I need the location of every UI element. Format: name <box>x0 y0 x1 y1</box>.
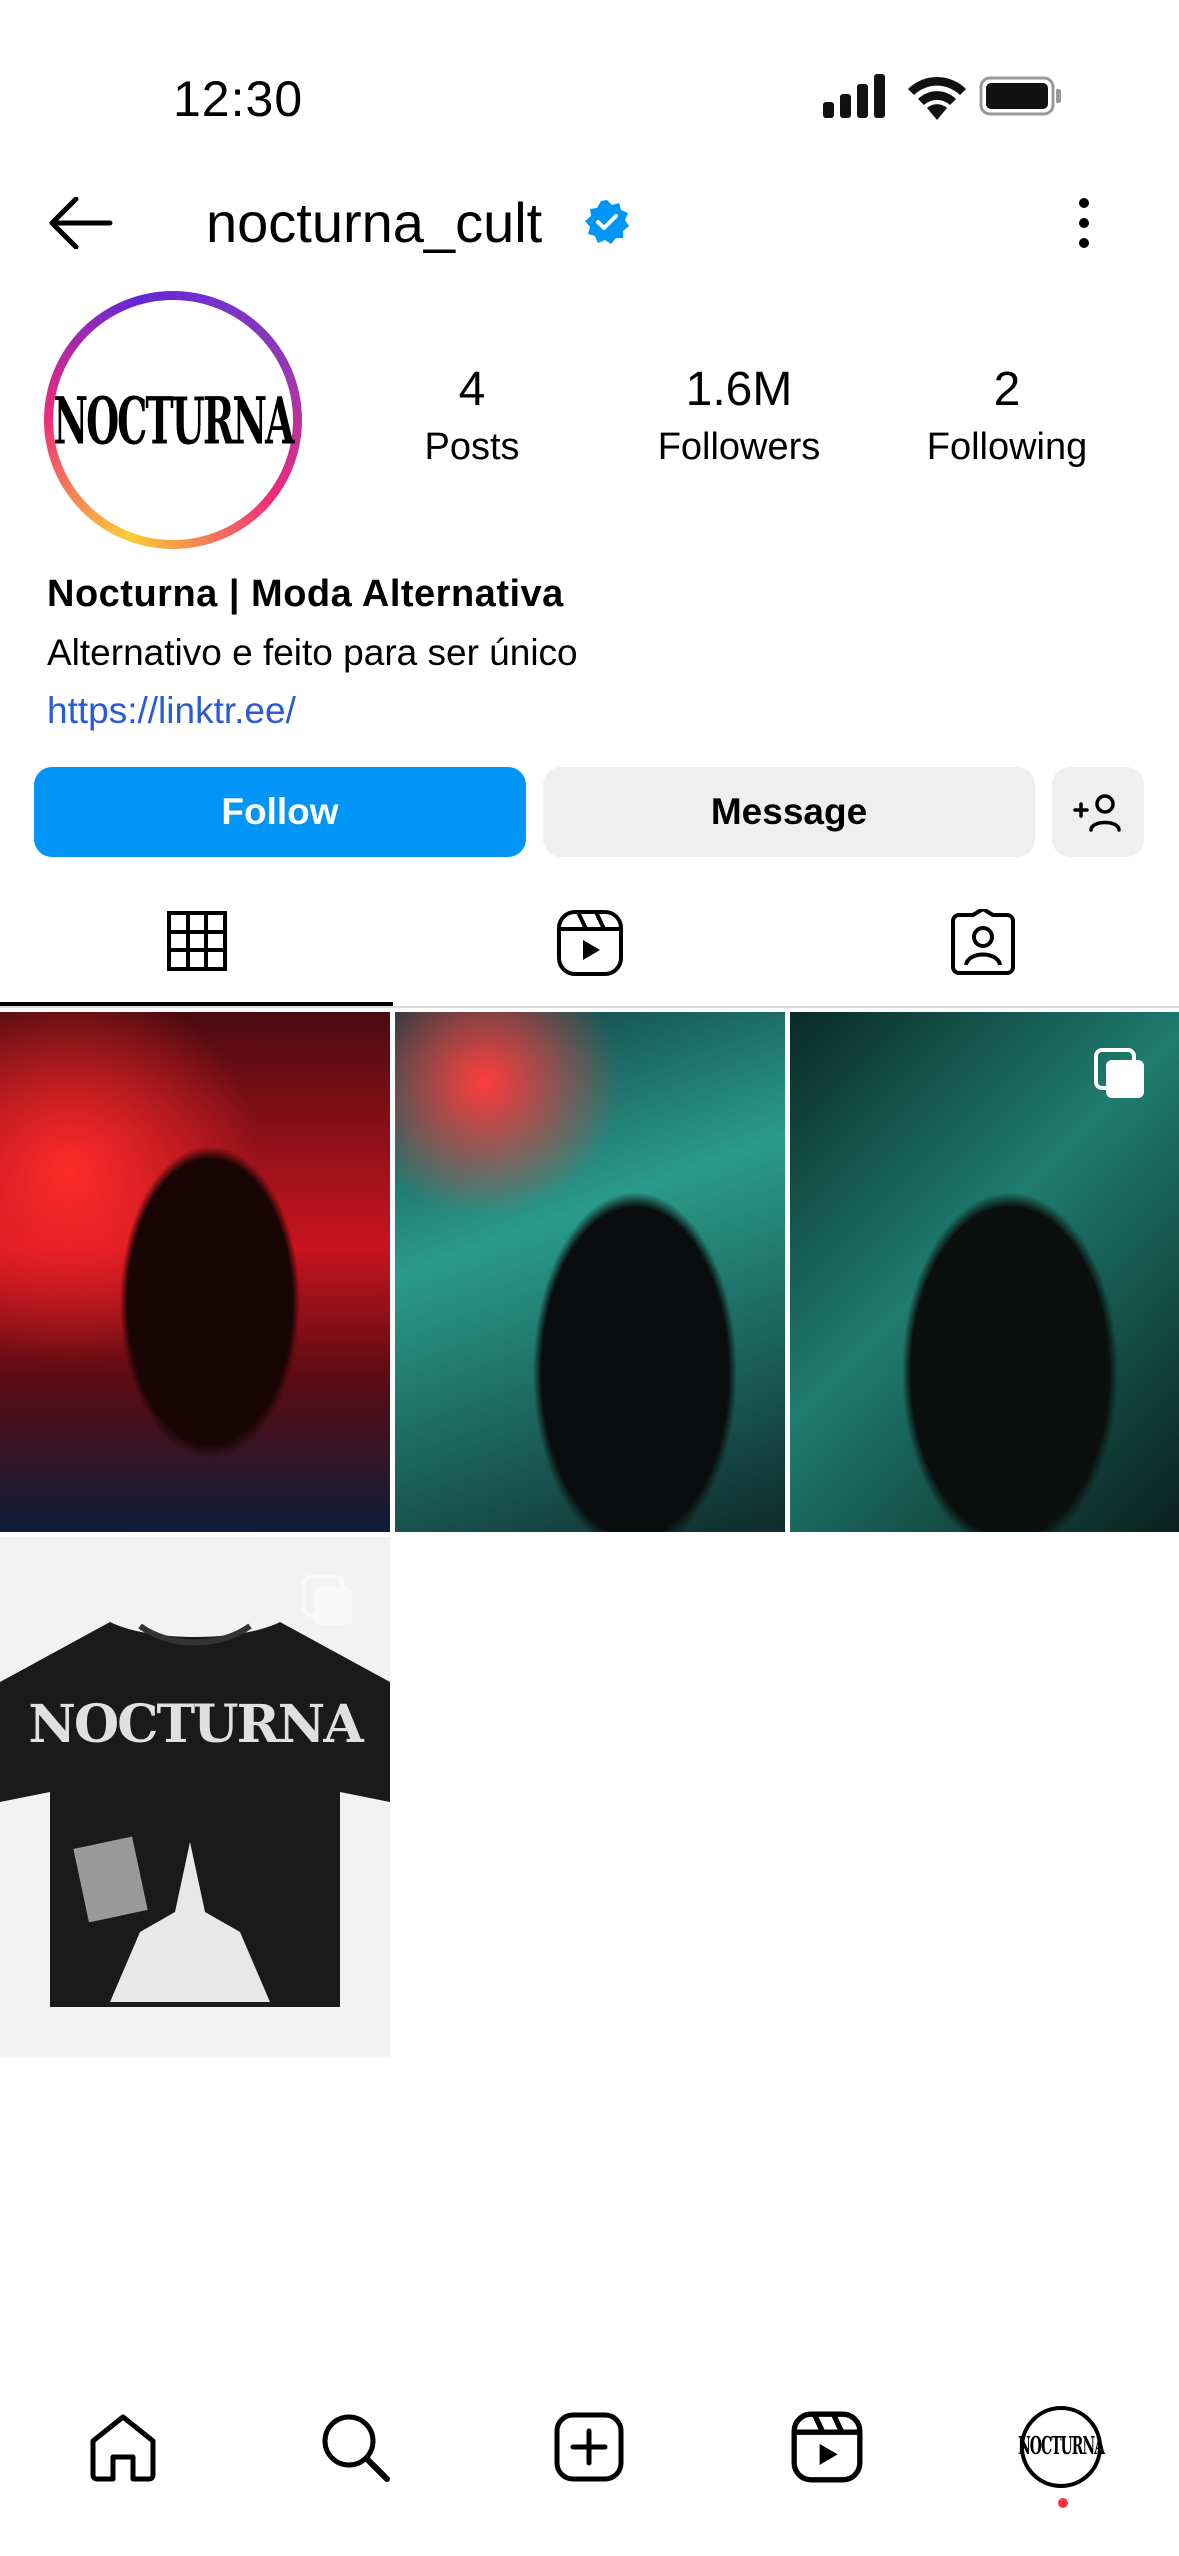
cell-signal-icon <box>823 74 885 118</box>
stat-posts[interactable]: 4 Posts <box>342 362 602 469</box>
add-person-icon <box>1073 794 1121 832</box>
bottom-navigation: NOCTURNA <box>0 2360 1179 2556</box>
bio-link[interactable]: https://linktr.ee/ <box>47 690 296 732</box>
tab-reels[interactable] <box>393 880 786 1006</box>
nav-create[interactable] <box>544 2402 634 2492</box>
reels-icon <box>556 910 623 976</box>
following-count: 2 <box>993 363 1021 416</box>
post-thumbnail[interactable] <box>0 1012 390 1532</box>
post-thumbnail[interactable]: NOCTURNA <box>0 1537 390 2057</box>
tab-tagged[interactable] <box>786 880 1179 1006</box>
status-time: 12:30 <box>173 71 304 127</box>
profile-avatar-text: NOCTURNA <box>1017 2433 1105 2461</box>
posts-label: Posts <box>424 426 520 468</box>
following-label: Following <box>926 426 1088 468</box>
avatar-image: NOCTURNA <box>53 300 295 540</box>
profile-tabs <box>0 880 1179 1008</box>
wifi-icon <box>908 76 966 120</box>
nav-search[interactable] <box>310 2402 400 2492</box>
stat-following[interactable]: 2 Following <box>877 362 1137 469</box>
profile-avatar[interactable]: NOCTURNA <box>44 291 302 549</box>
post-thumbnail[interactable] <box>395 1012 785 1532</box>
avatar-logo-text: NOCTURNA <box>53 381 294 459</box>
notification-dot <box>1058 2498 1068 2508</box>
follow-button[interactable]: Follow <box>34 767 526 857</box>
nav-home[interactable] <box>78 2402 168 2492</box>
tshirt-image: NOCTURNA <box>0 1622 390 2007</box>
display-name: Nocturna | Moda Alternativa <box>47 573 564 615</box>
nav-reels[interactable] <box>782 2402 872 2492</box>
multi-photo-icon <box>1094 1048 1144 1098</box>
create-icon <box>554 2412 624 2482</box>
tab-grid[interactable] <box>0 880 393 1006</box>
profile-username: nocturna_cult <box>206 191 543 254</box>
verified-badge-icon <box>585 200 629 244</box>
followers-count: 1.6M <box>685 363 793 416</box>
more-options-icon[interactable] <box>1070 193 1098 253</box>
reels-icon <box>791 2411 863 2483</box>
nav-profile[interactable]: NOCTURNA <box>1016 2402 1106 2492</box>
bio-text: Alternativo e feito para ser único <box>47 632 578 673</box>
back-arrow-icon[interactable] <box>48 197 114 249</box>
post-thumbnail[interactable] <box>790 1012 1179 1532</box>
profile-avatar-small: NOCTURNA <box>1017 2406 1105 2488</box>
home-icon <box>90 2414 156 2482</box>
tagged-icon <box>950 909 1015 975</box>
message-button[interactable]: Message <box>543 767 1035 857</box>
followers-label: Followers <box>657 426 821 468</box>
posts-count: 4 <box>458 363 486 416</box>
grid-icon <box>166 911 227 971</box>
tshirt-print-text: NOCTURNA <box>28 1694 364 1755</box>
multi-photo-icon <box>302 1575 352 1625</box>
battery-icon <box>979 76 1061 116</box>
stat-followers[interactable]: 1.6M Followers <box>609 362 869 469</box>
search-icon <box>322 2414 390 2482</box>
suggest-people-button[interactable] <box>1052 767 1144 857</box>
